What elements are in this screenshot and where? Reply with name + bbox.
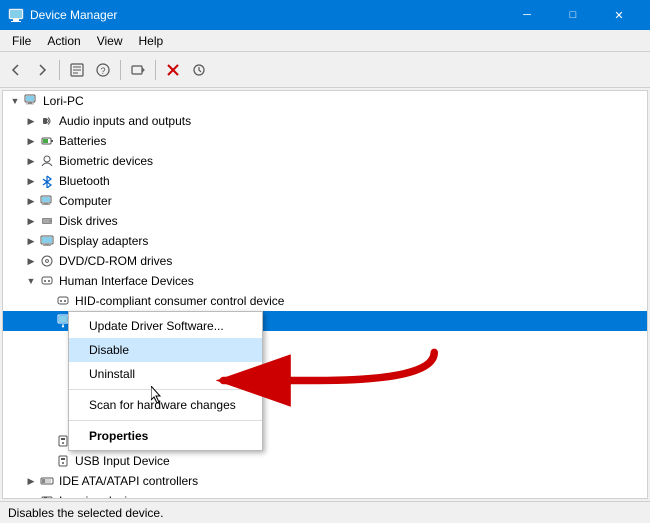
audio-icon <box>39 113 55 129</box>
update-button[interactable] <box>187 58 211 82</box>
tree-root[interactable]: ▼ Lori-PC <box>3 91 647 111</box>
imaging-icon <box>39 493 55 499</box>
properties-button[interactable] <box>65 58 89 82</box>
forward-button[interactable] <box>30 58 54 82</box>
tree-item-display[interactable]: ▶ Display adapters <box>3 231 647 251</box>
svg-text:?: ? <box>100 66 105 76</box>
menu-bar: File Action View Help <box>0 30 650 52</box>
ide-label: IDE ATA/ATAPI controllers <box>59 474 198 488</box>
ide-icon <box>39 473 55 489</box>
menu-help[interactable]: Help <box>131 32 172 50</box>
delete-button[interactable] <box>161 58 185 82</box>
root-expand-icon[interactable]: ▼ <box>7 93 23 109</box>
help-button[interactable]: ? <box>91 58 115 82</box>
tree-item-batteries[interactable]: ▶ Batteries <box>3 131 647 151</box>
title-bar: Device Manager ─ □ ✕ <box>0 0 650 30</box>
menu-view[interactable]: View <box>89 32 131 50</box>
imaging-label: Imaging devices <box>59 494 146 499</box>
tree-item-audio[interactable]: ▶ Audio inputs and outputs <box>3 111 647 131</box>
toolbar-separator-3 <box>155 60 156 80</box>
display-label: Display adapters <box>59 234 148 248</box>
computer-icon2 <box>39 193 55 209</box>
hid-expand-icon[interactable]: ▼ <box>23 273 39 289</box>
biometric-expand-icon[interactable]: ▶ <box>23 153 39 169</box>
computer-expand-icon[interactable]: ▶ <box>23 193 39 209</box>
ctx-separator-1 <box>69 389 262 390</box>
disk-expand-icon[interactable]: ▶ <box>23 213 39 229</box>
audio-expand-icon[interactable]: ▶ <box>23 113 39 129</box>
status-bar: Disables the selected device. <box>0 501 650 523</box>
biometric-icon <box>39 153 55 169</box>
tree-item-hid-consumer[interactable]: ▶ HID-compliant consumer control device <box>3 291 647 311</box>
title-bar-text: Device Manager <box>30 8 504 22</box>
dvd-label: DVD/CD-ROM drives <box>59 254 172 268</box>
dvd-icon <box>39 253 55 269</box>
computer-label: Computer <box>59 194 112 208</box>
tree-item-ide[interactable]: ▶ IDE ATA/ATAPI controllers <box>3 471 647 491</box>
bluetooth-expand-icon[interactable]: ▶ <box>23 173 39 189</box>
main-layout: ▼ Lori-PC ▶ Audio inputs <box>0 88 650 501</box>
close-button[interactable]: ✕ <box>596 0 642 30</box>
tree-item-imaging[interactable]: ▶ Imaging devices <box>3 491 647 499</box>
batteries-label: Batteries <box>59 134 106 148</box>
app-icon <box>8 7 24 23</box>
tree-item-disk[interactable]: ▶ Disk drives <box>3 211 647 231</box>
ctx-properties[interactable]: Properties <box>69 424 262 448</box>
ctx-disable[interactable]: Disable <box>69 338 262 362</box>
disk-label: Disk drives <box>59 214 118 228</box>
tree-item-usb2[interactable]: ▶ USB Input Device <box>3 451 647 471</box>
minimize-button[interactable]: ─ <box>504 0 550 30</box>
usb2-icon <box>55 453 71 469</box>
display-expand-icon[interactable]: ▶ <box>23 233 39 249</box>
tree-item-dvd[interactable]: ▶ DVD/CD-ROM drives <box>3 251 647 271</box>
scan-button[interactable] <box>126 58 150 82</box>
ctx-uninstall[interactable]: Uninstall <box>69 362 262 386</box>
tree-item-biometric[interactable]: ▶ Biometric devices <box>3 151 647 171</box>
toolbar: ? <box>0 52 650 88</box>
device-tree[interactable]: ▼ Lori-PC ▶ Audio inputs <box>2 90 648 499</box>
ide-expand-icon[interactable]: ▶ <box>23 473 39 489</box>
back-button[interactable] <box>4 58 28 82</box>
batteries-icon <box>39 133 55 149</box>
root-label: Lori-PC <box>43 94 84 108</box>
bluetooth-icon <box>39 173 55 189</box>
toolbar-separator-2 <box>120 60 121 80</box>
usb2-label: USB Input Device <box>75 454 170 468</box>
bluetooth-label: Bluetooth <box>59 174 110 188</box>
dvd-expand-icon[interactable]: ▶ <box>23 253 39 269</box>
batteries-expand-icon[interactable]: ▶ <box>23 133 39 149</box>
hid-icon <box>39 273 55 289</box>
audio-label: Audio inputs and outputs <box>59 114 191 128</box>
context-menu: Update Driver Software... Disable Uninst… <box>68 311 263 451</box>
maximize-button[interactable]: □ <box>550 0 596 30</box>
tree-item-hid[interactable]: ▼ Human Interface Devices <box>3 271 647 291</box>
biometric-label: Biometric devices <box>59 154 153 168</box>
status-text: Disables the selected device. <box>8 506 163 520</box>
ctx-scan[interactable]: Scan for hardware changes <box>69 393 262 417</box>
title-bar-controls: ─ □ ✕ <box>504 0 642 30</box>
display-icon <box>39 233 55 249</box>
imaging-expand-icon[interactable]: ▶ <box>23 493 39 499</box>
toolbar-separator-1 <box>59 60 60 80</box>
tree-item-bluetooth[interactable]: ▶ Bluetooth <box>3 171 647 191</box>
hid-label: Human Interface Devices <box>59 274 194 288</box>
menu-action[interactable]: Action <box>39 32 88 50</box>
computer-icon <box>23 93 39 109</box>
menu-file[interactable]: File <box>4 32 39 50</box>
hid-consumer-icon <box>55 293 71 309</box>
hid-consumer-label: HID-compliant consumer control device <box>75 294 284 308</box>
disk-icon <box>39 213 55 229</box>
ctx-separator-2 <box>69 420 262 421</box>
tree-item-computer[interactable]: ▶ Computer <box>3 191 647 211</box>
ctx-update-driver[interactable]: Update Driver Software... <box>69 314 262 338</box>
